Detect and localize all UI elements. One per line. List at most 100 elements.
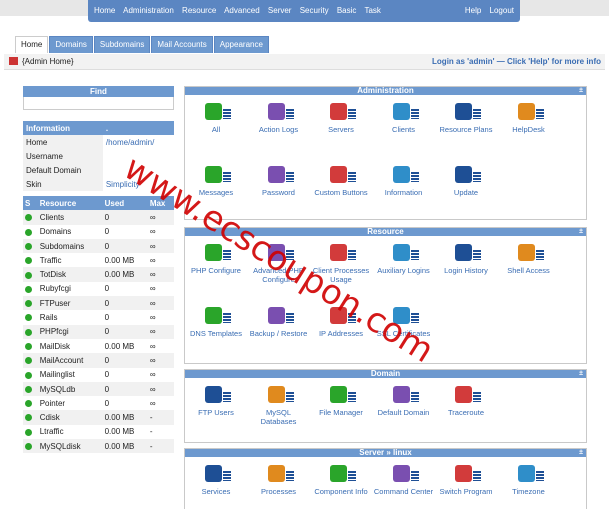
- server-item-processes[interactable]: Processes: [248, 463, 310, 496]
- item-label: Auxiliary Logins: [377, 266, 430, 275]
- item-label: Services: [201, 487, 231, 496]
- col-header: Resource: [37, 196, 103, 211]
- toggle-icon[interactable]: ±: [579, 87, 583, 95]
- domain-item-default-domain[interactable]: Default Domain: [373, 384, 435, 417]
- tab-domains[interactable]: Domains: [49, 36, 93, 53]
- resource-max: ∞: [147, 353, 174, 368]
- nav-resource[interactable]: Resource: [182, 6, 216, 15]
- resource-max: ∞: [149, 370, 156, 380]
- resource-table: S Resource Used Max Clients 0 ∞ Domains 0 ∞ Su…: [23, 196, 174, 454]
- item-label: Action Logs: [258, 125, 299, 134]
- nav-basic[interactable]: Basic: [337, 6, 357, 15]
- resource-item-shell-access[interactable]: Shell Access: [498, 242, 560, 275]
- item-label: Processes: [260, 487, 296, 496]
- status-cell: [23, 425, 38, 439]
- ok-status-icon: [25, 271, 32, 279]
- administration-item-clients[interactable]: Clients: [373, 101, 435, 134]
- ok-status-icon: [25, 343, 32, 350]
- administration-item-all[interactable]: All: [185, 101, 247, 134]
- nav-help[interactable]: Help: [465, 6, 481, 15]
- info-value[interactable]: /home/admin/: [103, 135, 174, 149]
- domain-item-file-manager[interactable]: File Manager: [310, 384, 372, 417]
- resource-max: ∞: [147, 238, 174, 254]
- panel-title: Resource: [367, 227, 404, 236]
- administration-panel: Administration ± All Action Logs Servers Cli…: [184, 86, 587, 220]
- server-item-timezone[interactable]: Timezone: [498, 463, 560, 496]
- traceroute-icon: [451, 384, 481, 406]
- nav-logout[interactable]: Logout: [490, 6, 514, 15]
- panel-header: Server » linux ±: [185, 449, 586, 457]
- custom-buttons-icon: [326, 164, 356, 186]
- resource-name: Clients: [37, 210, 103, 225]
- tab-subdomains[interactable]: Subdomains: [93, 36, 151, 53]
- shell-access-icon: [514, 242, 544, 264]
- resource-row: FTPuser 0 ∞: [23, 296, 174, 311]
- resource-used: 0: [102, 381, 148, 397]
- top-nav: Home Administration Resource Advanced Se…: [88, 0, 520, 22]
- server-item-switch-program[interactable]: Switch Program: [435, 463, 497, 496]
- dns-templates-icon: [201, 305, 231, 327]
- toggle-icon[interactable]: ±: [579, 370, 583, 378]
- administration-item-password[interactable]: Password: [248, 164, 310, 197]
- ok-status-icon: [25, 443, 32, 451]
- status-cell: [23, 296, 38, 311]
- ok-status-icon: [25, 300, 32, 308]
- info-key: Home: [23, 135, 103, 149]
- resource-item-backup-restore[interactable]: Backup / Restore: [248, 305, 310, 338]
- status-cell: [23, 381, 38, 397]
- domain-item-ftp-users[interactable]: FTP Users: [185, 384, 247, 417]
- info-header-value: .: [102, 121, 174, 135]
- nav-task[interactable]: Task: [364, 6, 380, 15]
- tab-mail-accounts[interactable]: Mail Accounts: [151, 36, 213, 53]
- resource-item-auxiliary-logins[interactable]: Auxiliary Logins: [373, 242, 435, 275]
- find-input[interactable]: [23, 97, 174, 110]
- ok-status-icon: [25, 385, 32, 393]
- info-key: Default Domain: [23, 163, 103, 177]
- resource-row: Mailinglist 0 ∞: [23, 368, 174, 382]
- status-cell: [23, 282, 38, 296]
- item-label: All: [211, 125, 221, 134]
- nav-security[interactable]: Security: [300, 6, 329, 15]
- nav-server[interactable]: Server: [268, 6, 292, 15]
- nav-advanced[interactable]: Advanced: [224, 6, 260, 15]
- toggle-icon[interactable]: ±: [579, 449, 583, 457]
- toggle-icon[interactable]: ±: [579, 228, 583, 236]
- ok-status-icon: [25, 414, 32, 422]
- tab-home[interactable]: Home: [15, 36, 49, 53]
- administration-item-information[interactable]: Information: [373, 164, 435, 197]
- status-cell: [23, 339, 38, 353]
- tab-appearance[interactable]: Appearance: [213, 36, 269, 53]
- nav-home[interactable]: Home: [94, 6, 115, 15]
- administration-item-update[interactable]: Update: [435, 164, 497, 197]
- information-icon: [389, 164, 419, 186]
- item-label: Default Domain: [377, 408, 430, 417]
- ok-status-icon: [25, 214, 32, 222]
- domain-item-traceroute[interactable]: Traceroute: [435, 384, 497, 417]
- domain-item-mysql-databases[interactable]: MySQL Databases: [248, 384, 310, 426]
- administration-item-custom-buttons[interactable]: Custom Buttons: [310, 164, 372, 197]
- administration-item-servers[interactable]: Servers: [310, 101, 372, 134]
- resource-item-login-history[interactable]: Login History: [435, 242, 497, 275]
- administration-item-action-logs[interactable]: Action Logs: [248, 101, 310, 134]
- item-label: Login History: [444, 266, 488, 275]
- resource-row: Traffic 0.00 MB ∞: [23, 253, 174, 267]
- resource-name: MySQLdb: [37, 381, 103, 397]
- home-icon[interactable]: [9, 57, 18, 65]
- update-icon: [451, 164, 481, 186]
- resource-row: MySQLdb 0 ∞: [23, 381, 174, 397]
- resource-name: Domains: [39, 227, 72, 237]
- clients-icon: [389, 101, 419, 123]
- item-label: Component Info: [314, 487, 368, 496]
- login-info[interactable]: Login as 'admin' — Click 'Help' for more…: [432, 57, 601, 66]
- server-item-component-info[interactable]: Component Info: [310, 463, 372, 496]
- server-item-services[interactable]: Services: [185, 463, 247, 496]
- resource-max: ∞: [149, 227, 156, 237]
- resource-item-dns-templates[interactable]: DNS Templates: [185, 305, 247, 338]
- server-item-command-center[interactable]: Command Center: [373, 463, 435, 496]
- nav-administration[interactable]: Administration: [123, 6, 174, 15]
- resource-row: Domains 0 ∞: [23, 225, 174, 239]
- panel-title: Administration: [357, 86, 414, 95]
- administration-item-resource-plans[interactable]: Resource Plans: [435, 101, 497, 134]
- administration-item-helpdesk[interactable]: HelpDesk: [498, 101, 560, 134]
- resource-name: FTPuser: [37, 296, 103, 311]
